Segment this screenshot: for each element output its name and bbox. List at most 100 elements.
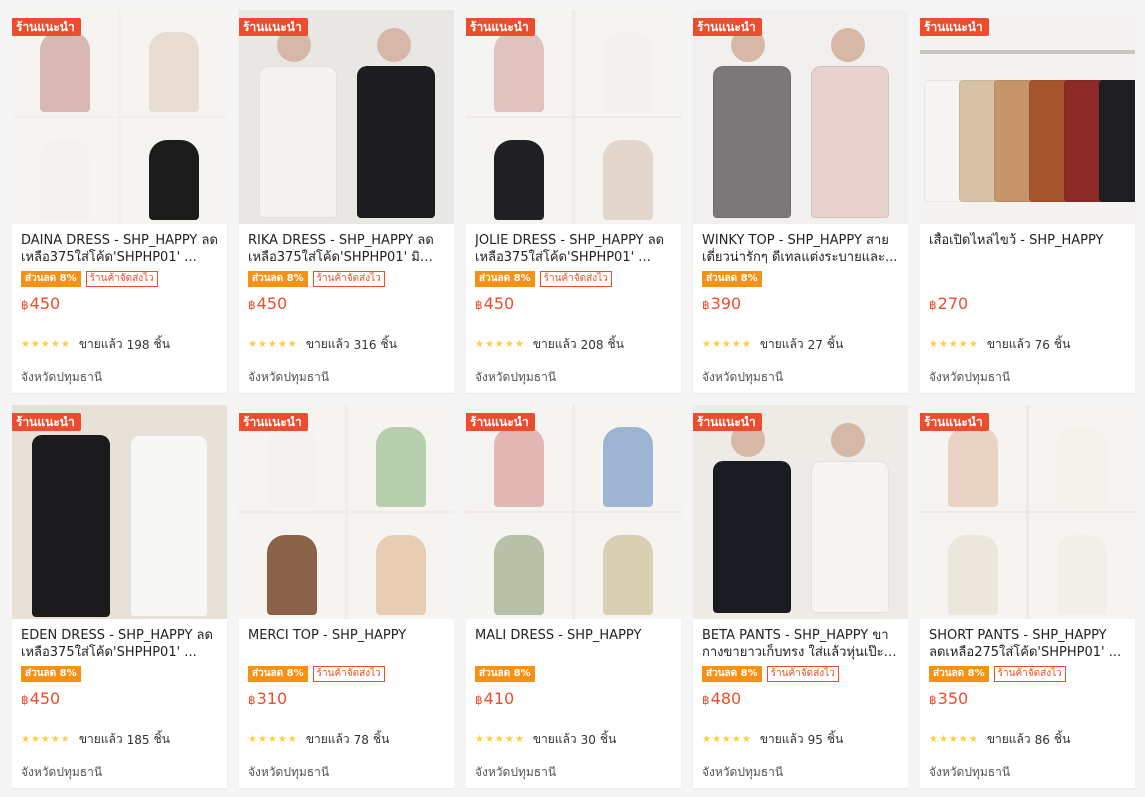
discount-tag: ส่วนลด 8% bbox=[475, 271, 535, 287]
product-card[interactable]: ร้านแนะนำ SHORT PANTS - SHP_HAPPY ลดเหลือ… bbox=[920, 405, 1135, 788]
product-price: 480 bbox=[710, 689, 742, 708]
star-rating-icon: ★★★★★ bbox=[248, 339, 298, 350]
product-title[interactable]: DAINA DRESS - SHP_HAPPY ลดเหลือ375ใส่โค้… bbox=[21, 232, 218, 266]
shop-location: จังหวัดปทุมธานี bbox=[475, 370, 557, 384]
product-tags: ส่วนลด 8% bbox=[475, 664, 672, 684]
product-price: 270 bbox=[937, 294, 969, 313]
product-image[interactable]: ร้านแนะนำ bbox=[466, 405, 681, 619]
price-row: ฿ 450 bbox=[248, 294, 445, 313]
sold-count: 78 bbox=[353, 732, 369, 747]
product-title[interactable]: เสื้อเปิดไหล่ไขว้ - SHP_HAPPY bbox=[929, 232, 1126, 266]
product-image[interactable]: ร้านแนะนำ bbox=[12, 10, 227, 224]
recommended-shop-badge: ร้านแนะนำ bbox=[12, 413, 81, 431]
price-row: ฿ 450 bbox=[21, 689, 218, 708]
product-card[interactable]: ร้านแนะนำ DAINA DRESS - SHP_HAPPY ลดเหลือ… bbox=[12, 10, 227, 393]
sold-label: ขายแล้ว bbox=[759, 337, 804, 351]
currency-symbol: ฿ bbox=[929, 298, 937, 312]
fast-shipping-tag: ร้านค้าจัดส่งไว bbox=[312, 271, 385, 287]
product-image[interactable]: ร้านแนะนำ bbox=[693, 405, 908, 619]
rating-row: ★★★★★ ขายแล้ว 76 ชิ้น bbox=[929, 335, 1126, 354]
price-row: ฿ 310 bbox=[248, 689, 445, 708]
shop-location: จังหวัดปทุมธานี bbox=[702, 370, 784, 384]
product-title[interactable]: BETA PANTS - SHP_HAPPY ขากางขายาวเก็บทรง… bbox=[702, 627, 899, 661]
fast-shipping-tag: ร้านค้าจัดส่งไว bbox=[539, 271, 612, 287]
product-image[interactable]: ร้านแนะนำ bbox=[920, 405, 1135, 619]
product-card[interactable]: ร้านแนะนำ MALI DRESS - SHP_HAPPY ส่วนลด 8%… bbox=[466, 405, 681, 788]
shop-location: จังหวัดปทุมธานี bbox=[702, 765, 784, 779]
currency-symbol: ฿ bbox=[702, 693, 710, 707]
product-title[interactable]: JOLIE DRESS - SHP_HAPPY ลดเหลือ375ใส่โค้… bbox=[475, 232, 672, 266]
rating-row: ★★★★★ ขายแล้ว 185 ชิ้น bbox=[21, 730, 218, 749]
product-price: 310 bbox=[256, 689, 288, 708]
sold-unit: ชิ้น bbox=[153, 337, 170, 351]
product-card[interactable]: ร้านแนะนำเสื้อเปิดไหล่ไขว้ - SHP_HAPPY ฿ 2… bbox=[920, 10, 1135, 393]
product-tags: ส่วนลด 8% ร้านค้าจัดส่งไว bbox=[248, 269, 445, 289]
discount-tag: ส่วนลด 8% bbox=[702, 666, 762, 682]
product-title[interactable]: EDEN DRESS - SHP_HAPPY ลดเหลือ375ใส่โค้ด… bbox=[21, 627, 218, 661]
product-tags: ส่วนลด 8% ร้านค้าจัดส่งไว bbox=[475, 269, 672, 289]
product-tags: ส่วนลด 8% ร้านค้าจัดส่งไว bbox=[21, 269, 218, 289]
product-image[interactable]: ร้านแนะนำ bbox=[920, 10, 1135, 224]
product-image[interactable]: ร้านแนะนำ bbox=[239, 10, 454, 224]
product-image[interactable]: ร้านแนะนำ bbox=[239, 405, 454, 619]
recommended-shop-badge: ร้านแนะนำ bbox=[239, 413, 308, 431]
product-tags: ส่วนลด 8% bbox=[21, 664, 218, 684]
star-rating-icon: ★★★★★ bbox=[475, 339, 525, 350]
discount-tag: ส่วนลด 8% bbox=[475, 666, 535, 682]
sold-count: 95 bbox=[807, 732, 823, 747]
rating-row: ★★★★★ ขายแล้ว 198 ชิ้น bbox=[21, 335, 218, 354]
product-tags: ส่วนลด 8% ร้านค้าจัดส่งไว bbox=[248, 664, 445, 684]
shop-location: จังหวัดปทุมธานี bbox=[248, 370, 330, 384]
recommended-shop-badge: ร้านแนะนำ bbox=[466, 413, 535, 431]
product-card[interactable]: ร้านแนะนำ WINKY TOP - SHP_HAPPY สายเดี่ยว… bbox=[693, 10, 908, 393]
product-price: 450 bbox=[29, 689, 61, 708]
product-card[interactable]: ร้านแนะนำ JOLIE DRESS - SHP_HAPPY ลดเหลือ… bbox=[466, 10, 681, 393]
product-title[interactable]: MERCI TOP - SHP_HAPPY bbox=[248, 627, 445, 661]
rating-row: ★★★★★ ขายแล้ว 27 ชิ้น bbox=[702, 335, 899, 354]
discount-tag: ส่วนลด 8% bbox=[702, 271, 762, 287]
shop-location: จังหวัดปทุมธานี bbox=[475, 765, 557, 779]
shop-location: จังหวัดปทุมธานี bbox=[248, 765, 330, 779]
sold-label: ขายแล้ว bbox=[305, 732, 350, 746]
sold-unit: ชิ้น bbox=[153, 732, 170, 746]
product-title[interactable]: WINKY TOP - SHP_HAPPY สายเดี่ยวน่ารักๆ ด… bbox=[702, 232, 899, 266]
discount-tag: ส่วนลด 8% bbox=[21, 271, 81, 287]
product-image[interactable]: ร้านแนะนำ bbox=[12, 405, 227, 619]
sold-label: ขายแล้ว bbox=[78, 337, 123, 351]
product-card[interactable]: ร้านแนะนำ MERCI TOP - SHP_HAPPY ส่วนลด 8% ร… bbox=[239, 405, 454, 788]
product-title[interactable]: SHORT PANTS - SHP_HAPPY ลดเหลือ275ใส่โค้… bbox=[929, 627, 1126, 661]
fast-shipping-tag: ร้านค้าจัดส่งไว bbox=[993, 666, 1066, 682]
product-tags: ส่วนลด 8% bbox=[702, 269, 899, 289]
sold-label: ขายแล้ว bbox=[532, 732, 577, 746]
sold-unit: ชิ้น bbox=[599, 732, 617, 746]
product-price: 450 bbox=[256, 294, 288, 313]
product-price: 450 bbox=[29, 294, 61, 313]
product-card[interactable]: ร้านแนะนำ BETA PANTS - SHP_HAPPY ขากางขาย… bbox=[693, 405, 908, 788]
price-row: ฿ 410 bbox=[475, 689, 672, 708]
star-rating-icon: ★★★★★ bbox=[702, 734, 752, 745]
sold-unit: ชิ้น bbox=[372, 732, 390, 746]
fast-shipping-tag: ร้านค้าจัดส่งไว bbox=[312, 666, 385, 682]
sold-label: ขายแล้ว bbox=[305, 337, 350, 351]
product-card[interactable]: ร้านแนะนำ RIKA DRESS - SHP_HAPPY ลดเหลือ3… bbox=[239, 10, 454, 393]
recommended-shop-badge: ร้านแนะนำ bbox=[693, 413, 762, 431]
price-row: ฿ 390 bbox=[702, 294, 899, 313]
recommended-shop-badge: ร้านแนะนำ bbox=[920, 413, 989, 431]
product-card[interactable]: ร้านแนะนำ EDEN DRESS - SHP_HAPPY ลดเหลือ3… bbox=[12, 405, 227, 788]
discount-tag: ส่วนลด 8% bbox=[929, 666, 989, 682]
product-title[interactable]: RIKA DRESS - SHP_HAPPY ลดเหลือ375ใส่โค้ด… bbox=[248, 232, 445, 266]
recommended-shop-badge: ร้านแนะนำ bbox=[466, 18, 535, 36]
product-image[interactable]: ร้านแนะนำ bbox=[466, 10, 681, 224]
rating-row: ★★★★★ ขายแล้ว 86 ชิ้น bbox=[929, 730, 1126, 749]
sold-count: 198 bbox=[126, 337, 150, 352]
product-image[interactable]: ร้านแนะนำ bbox=[693, 10, 908, 224]
currency-symbol: ฿ bbox=[21, 298, 29, 312]
product-title[interactable]: MALI DRESS - SHP_HAPPY bbox=[475, 627, 672, 661]
currency-symbol: ฿ bbox=[929, 693, 937, 707]
currency-symbol: ฿ bbox=[21, 693, 29, 707]
sold-label: ขายแล้ว bbox=[78, 732, 123, 746]
sold-label: ขายแล้ว bbox=[986, 337, 1031, 351]
product-grid: ร้านแนะนำ DAINA DRESS - SHP_HAPPY ลดเหลือ… bbox=[12, 10, 1135, 788]
fast-shipping-tag: ร้านค้าจัดส่งไว bbox=[85, 271, 158, 287]
shop-location: จังหวัดปทุมธานี bbox=[929, 765, 1011, 779]
